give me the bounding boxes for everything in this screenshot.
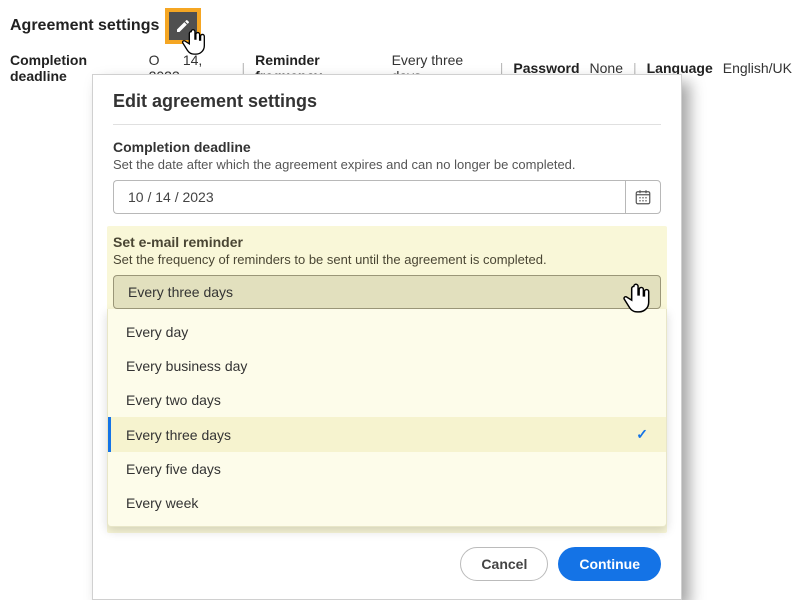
deadline-date-input[interactable]: 10 / 14 / 2023 [113, 180, 625, 214]
dialog-title: Edit agreement settings [113, 91, 661, 125]
reminder-field-title: Set e-mail reminder [113, 234, 661, 250]
edit-button-highlighted[interactable] [165, 8, 201, 44]
cursor-pointer-icon [620, 280, 654, 314]
continue-button[interactable]: Continue [558, 547, 661, 581]
check-icon: ✓ [636, 426, 648, 443]
reminder-option[interactable]: Every business day [108, 349, 666, 383]
edit-agreement-dialog: Edit agreement settings Completion deadl… [92, 74, 682, 600]
reminder-section: Set e-mail reminder Set the frequency of… [107, 226, 667, 533]
reminder-dropdown: Every day Every business day Every two d… [107, 309, 667, 527]
deadline-field-desc: Set the date after which the agreement e… [113, 157, 661, 172]
cursor-pointer-icon [179, 26, 209, 56]
reminder-option[interactable]: Every day [108, 315, 666, 349]
deadline-date-row: 10 / 14 / 2023 [113, 180, 661, 214]
header-row: Agreement settings [0, 0, 802, 48]
cancel-button[interactable]: Cancel [460, 547, 548, 581]
reminder-field-desc: Set the frequency of reminders to be sen… [113, 252, 661, 267]
deadline-field-title: Completion deadline [113, 139, 661, 155]
calendar-button[interactable] [625, 180, 661, 214]
reminder-selected-value: Every three days [128, 284, 233, 300]
reminder-option[interactable]: Every five days [108, 452, 666, 486]
page-title: Agreement settings [10, 17, 159, 35]
calendar-icon [634, 188, 652, 206]
reminder-option-selected[interactable]: Every three days ✓ [108, 417, 666, 452]
reminder-option[interactable]: Every week [108, 486, 666, 520]
meta-language-value: English/UK [723, 60, 792, 76]
reminder-frequency-select[interactable]: Every three days ⌄ [113, 275, 661, 309]
reminder-option[interactable]: Every two days [108, 383, 666, 417]
dialog-footer: Cancel Continue [113, 547, 661, 581]
